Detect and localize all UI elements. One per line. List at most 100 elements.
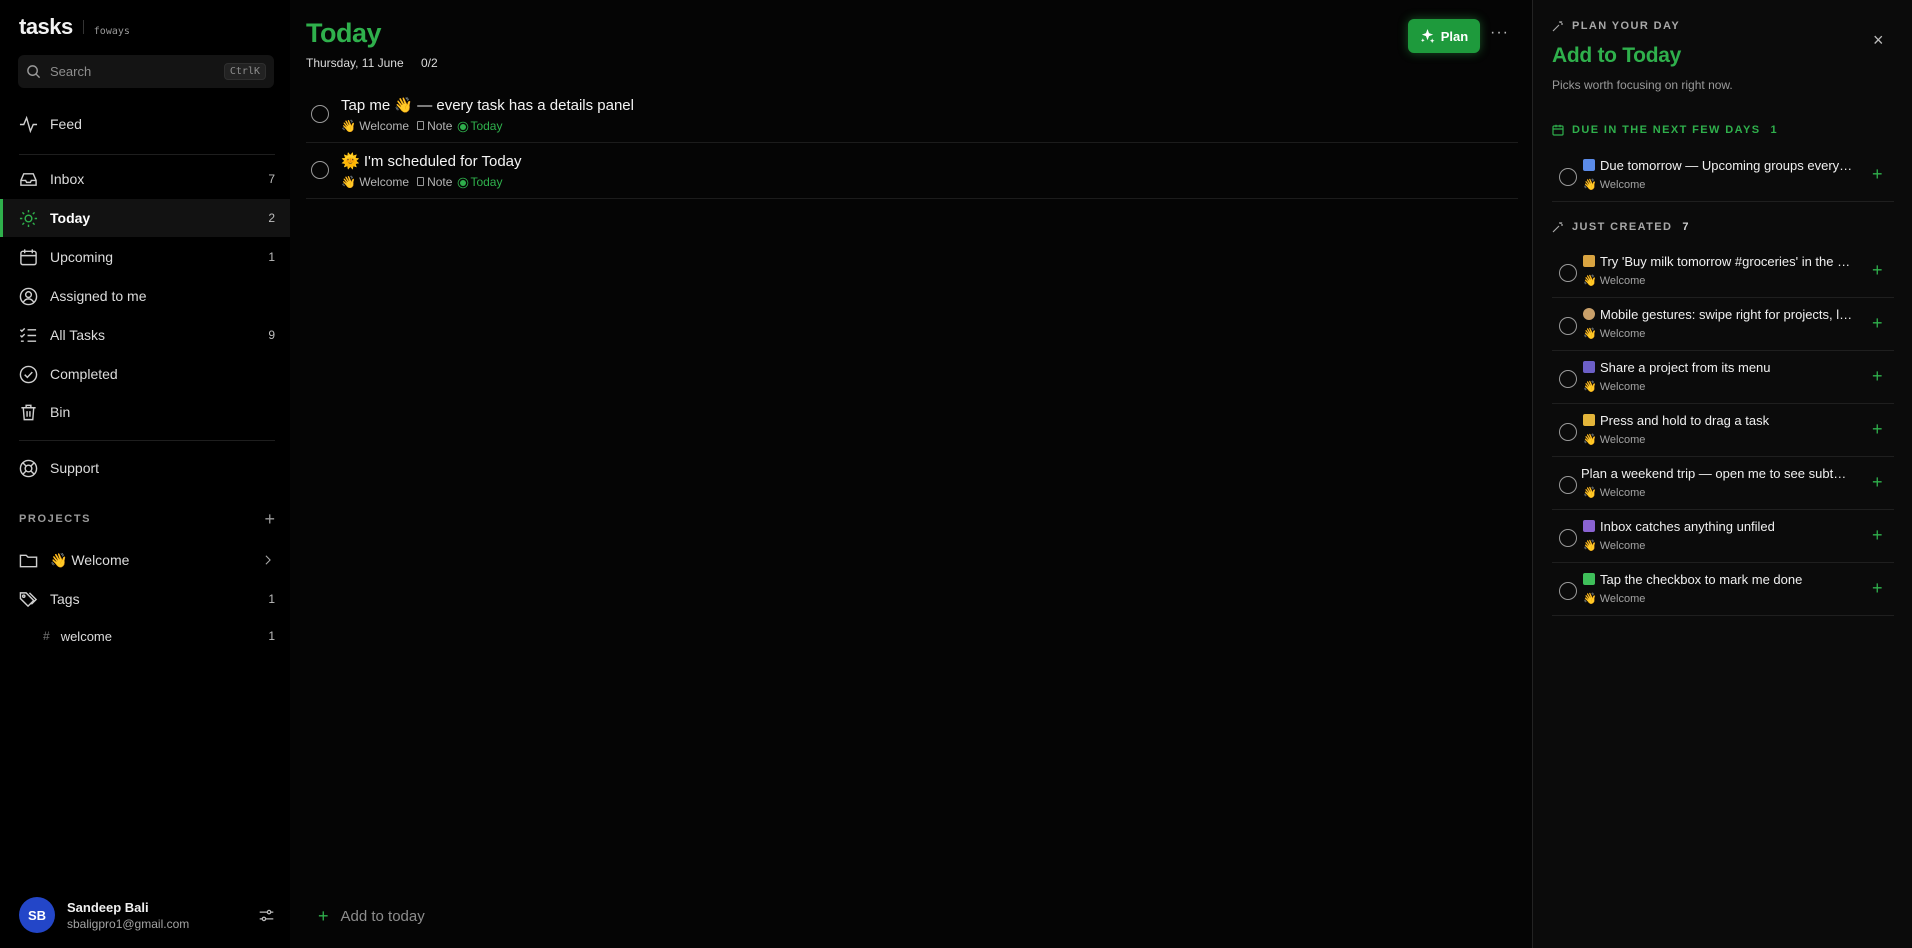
sidebar: tasks foways Search CtrlK Feed Inbox 7 T… <box>0 0 290 948</box>
sidebar-item-assigned-to-me[interactable]: Assigned to me <box>0 277 290 315</box>
activity-icon <box>19 115 38 133</box>
tag-count: 1 <box>268 629 275 643</box>
plan-button[interactable]: Plan <box>1408 19 1480 53</box>
suggestion-row[interactable]: Inbox catches anything unfiled 👋 Welcome… <box>1552 510 1894 563</box>
user-profile[interactable]: SB Sandeep Bali sbaligpro1@gmail.com <box>19 897 275 933</box>
tag-label: welcome <box>60 628 112 644</box>
suggestion-title-text: Mobile gestures: swipe right for project… <box>1600 307 1853 322</box>
chevron-right-icon[interactable] <box>261 553 275 567</box>
page-date: Thursday, 11 June <box>306 56 404 70</box>
tags-icon <box>19 591 38 607</box>
suggestion-row[interactable]: Due tomorrow — Upcoming groups everythin… <box>1552 149 1894 202</box>
sidebar-item-project-welcome[interactable]: 👋 Welcome <box>0 541 290 579</box>
more-options-button[interactable]: ··· <box>1490 24 1509 42</box>
sidebar-item-bin[interactable]: Bin <box>0 393 290 431</box>
add-to-today-icon[interactable]: + <box>1872 313 1883 334</box>
sidebar-item-completed[interactable]: Completed <box>0 355 290 393</box>
suggestion-row[interactable]: Press and hold to drag a task 👋 Welcome … <box>1552 404 1894 457</box>
sidebar-item-label: Feed <box>50 116 82 132</box>
suggestion-row[interactable]: Share a project from its menu 👋 Welcome … <box>1552 351 1894 404</box>
task-title[interactable]: 🌞 I'm scheduled for Today <box>341 152 522 170</box>
add-to-today-icon[interactable]: + <box>1872 472 1883 493</box>
add-to-today-button[interactable]: + Add to today <box>318 906 425 927</box>
sidebar-item-label: Assigned to me <box>50 288 147 304</box>
people-emoji-icon <box>1583 361 1595 373</box>
task-row[interactable]: Tap me 👋 — every task has a details pane… <box>306 87 1518 143</box>
suggestion-row[interactable]: Try 'Buy milk tomorrow #groceries' in th… <box>1552 245 1894 298</box>
sidebar-item-support[interactable]: Support <box>0 449 290 487</box>
sidebar-item-count: 9 <box>268 328 275 342</box>
calendar-icon <box>1552 124 1564 136</box>
sidebar-item-label: All Tasks <box>50 327 105 343</box>
user-info: Sandeep Bali sbaligpro1@gmail.com <box>67 900 258 931</box>
suggestion-checkbox[interactable] <box>1559 168 1577 186</box>
suggestion-title: Try 'Buy milk tomorrow #groceries' in th… <box>1583 254 1853 269</box>
avatar[interactable]: SB <box>19 897 55 933</box>
note-indicator: Note <box>417 175 452 189</box>
sidebar-item-label: Today <box>50 210 91 226</box>
task-project[interactable]: 👋 Welcome <box>341 119 409 133</box>
suggestion-checkbox[interactable] <box>1559 370 1577 388</box>
task-checkbox[interactable] <box>311 105 329 123</box>
calendar-icon <box>20 248 37 265</box>
panel-kicker: PLAN YOUR DAY <box>1552 20 1680 32</box>
projects-label: PROJECTS <box>19 513 92 525</box>
add-to-today-icon[interactable]: + <box>1872 525 1883 546</box>
panel-description: Picks worth focusing on right now. <box>1552 78 1733 92</box>
suggestion-row[interactable]: Plan a weekend trip — open me to see sub… <box>1552 457 1894 510</box>
sidebar-item-label: Upcoming <box>50 249 114 265</box>
suggestion-row[interactable]: Mobile gestures: swipe right for project… <box>1552 298 1894 351</box>
project-label: 👋 Welcome <box>50 551 130 568</box>
suggestion-checkbox[interactable] <box>1559 476 1577 494</box>
suggestion-project: 👋 Welcome <box>1583 381 1646 393</box>
check-circle-icon <box>19 365 38 383</box>
checkmark-emoji-icon <box>1583 573 1595 585</box>
suggestion-title-text: Tap the checkbox to mark me done <box>1600 572 1803 587</box>
plus-icon: + <box>318 906 329 926</box>
add-to-today-icon[interactable]: + <box>1872 578 1883 599</box>
add-project-button[interactable]: + <box>264 510 275 528</box>
sidebar-item-label: Bin <box>50 404 71 420</box>
magic-wand-icon <box>1552 222 1563 233</box>
suggestion-checkbox[interactable] <box>1559 264 1577 282</box>
suggestion-checkbox[interactable] <box>1559 529 1577 547</box>
task-checkbox[interactable] <box>311 161 329 179</box>
sidebar-item-upcoming[interactable]: Upcoming 1 <box>0 238 290 276</box>
sidebar-item-label: Completed <box>50 366 118 382</box>
sidebar-item-feed[interactable]: Feed <box>0 105 290 143</box>
search-input[interactable]: Search CtrlK <box>18 55 274 88</box>
add-to-today-icon[interactable]: + <box>1872 419 1883 440</box>
inbox-emoji-icon <box>1583 520 1595 532</box>
sidebar-divider <box>19 154 275 155</box>
brand-divider <box>82 20 84 34</box>
task-project[interactable]: 👋 Welcome <box>341 175 409 189</box>
suggestion-project: 👋 Welcome <box>1583 179 1646 191</box>
suggestion-row[interactable]: Tap the checkbox to mark me done 👋 Welco… <box>1552 563 1894 616</box>
suggestion-checkbox[interactable] <box>1559 582 1577 600</box>
suggestion-project: 👋 Welcome <box>1583 593 1646 605</box>
settings-sliders-icon[interactable] <box>258 907 275 924</box>
sidebar-item-all-tasks[interactable]: All Tasks 9 <box>0 316 290 354</box>
sidebar-item-count: 2 <box>268 211 275 225</box>
section-count: 7 <box>1682 221 1689 233</box>
suggestion-project: 👋 Welcome <box>1583 487 1646 499</box>
user-name: Sandeep Bali <box>67 899 149 915</box>
search-icon <box>27 65 41 79</box>
sidebar-item-tag-welcome[interactable]: # welcome 1 <box>0 621 290 651</box>
compass-emoji-icon <box>1583 308 1595 320</box>
suggestion-title-text: Due tomorrow — Upcoming groups everythin… <box>1600 158 1853 173</box>
sidebar-item-tags[interactable]: Tags 1 <box>0 580 290 618</box>
task-title[interactable]: Tap me 👋 — every task has a details pane… <box>341 96 634 114</box>
note-indicator: Note <box>417 119 452 133</box>
suggestion-checkbox[interactable] <box>1559 317 1577 335</box>
add-to-today-icon[interactable]: + <box>1872 164 1883 185</box>
user-circle-icon <box>19 287 38 305</box>
sidebar-item-today[interactable]: Today 2 <box>0 199 290 237</box>
add-to-today-icon[interactable]: + <box>1872 260 1883 281</box>
task-row[interactable]: 🌞 I'm scheduled for Today 👋 Welcome Note… <box>306 143 1518 199</box>
sidebar-item-inbox[interactable]: Inbox 7 <box>0 160 290 198</box>
task-progress: 0/2 <box>420 56 438 70</box>
suggestion-checkbox[interactable] <box>1559 423 1577 441</box>
add-to-today-icon[interactable]: + <box>1872 366 1883 387</box>
close-icon[interactable]: × <box>1873 30 1884 51</box>
